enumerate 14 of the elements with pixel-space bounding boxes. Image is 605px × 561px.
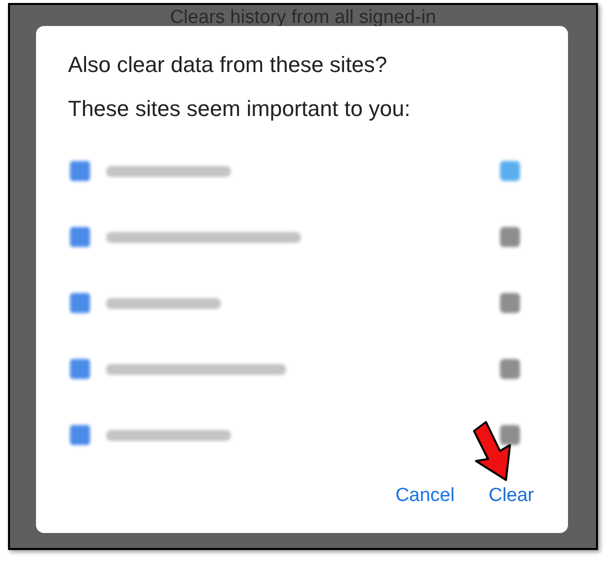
dialog-subtitle: These sites seem important to you: (68, 96, 412, 122)
site-icon (70, 161, 90, 181)
dialog-title: Also clear data from these sites? (68, 52, 388, 78)
cancel-button[interactable]: Cancel (395, 485, 455, 507)
site-icon (70, 425, 90, 445)
site-icon (70, 227, 90, 247)
site-checkbox[interactable] (500, 425, 520, 445)
clear-button[interactable]: Clear (488, 485, 534, 507)
site-checkbox[interactable] (500, 359, 520, 379)
site-checkbox[interactable] (500, 293, 520, 313)
site-checkbox[interactable] (500, 227, 520, 247)
site-icon (70, 293, 90, 313)
site-checkbox[interactable] (500, 161, 520, 181)
site-icon (70, 359, 90, 379)
